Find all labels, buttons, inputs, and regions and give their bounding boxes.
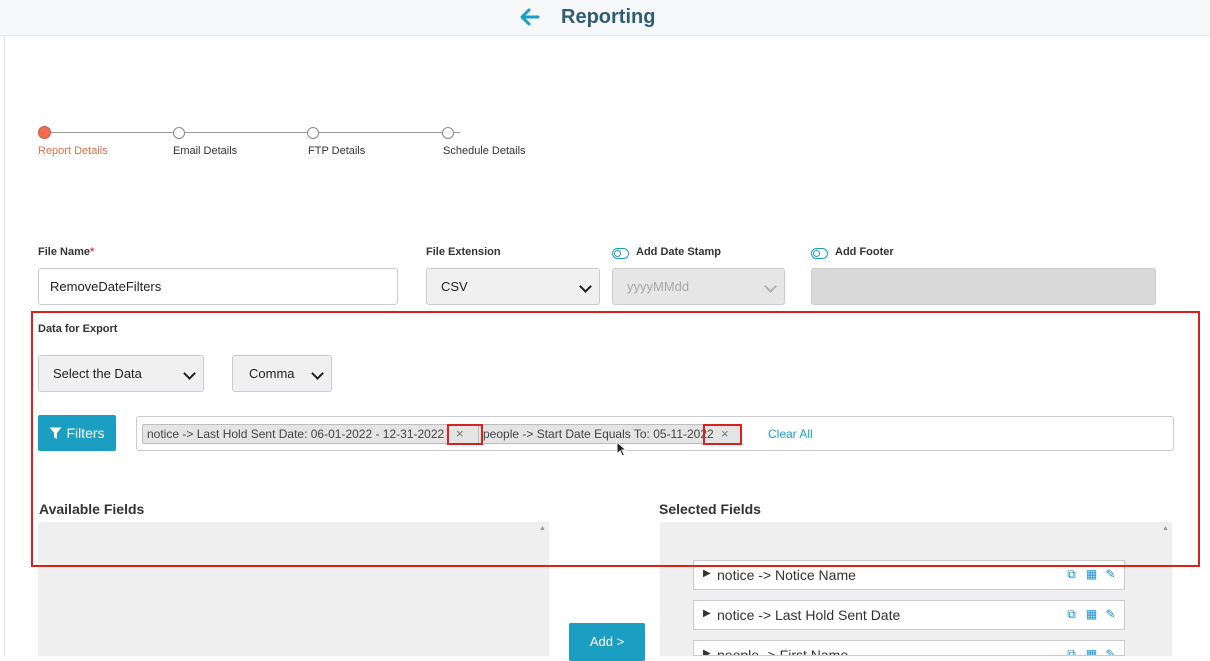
date-stamp-label: Add Date Stamp <box>636 246 721 258</box>
file-name-label: File Name* <box>38 246 95 258</box>
copy-icon[interactable]: ⧉ <box>1065 568 1078 581</box>
selected-field-item[interactable]: ▶ notice -> Last Hold Sent Date ⧉ ▦ ✎ <box>693 600 1125 630</box>
trash-icon[interactable]: ▦ <box>1085 648 1098 656</box>
pencil-icon[interactable]: ✎ <box>1104 568 1117 581</box>
date-stamp-toggle-icon[interactable] <box>612 248 629 259</box>
copy-icon[interactable]: ⧉ <box>1065 608 1078 621</box>
chevron-down-icon <box>764 280 777 293</box>
step-label-report-details[interactable]: Report Details <box>38 145 108 157</box>
annotation-box-export-section <box>31 311 1200 567</box>
file-extension-label: File Extension <box>426 246 501 258</box>
trash-icon[interactable]: ▦ <box>1085 608 1098 621</box>
annotation-box-remove-chip-2 <box>703 424 742 445</box>
step-dot-report-details[interactable] <box>38 126 51 139</box>
file-extension-value: CSV <box>441 279 468 294</box>
step-label-schedule-details[interactable]: Schedule Details <box>443 145 526 157</box>
pencil-icon[interactable]: ✎ <box>1104 608 1117 621</box>
file-extension-select[interactable]: CSV <box>426 268 600 305</box>
field-label: notice -> Last Hold Sent Date <box>717 607 901 623</box>
field-label: people -> First Name <box>717 647 849 656</box>
footer-label: Add Footer <box>835 246 894 258</box>
page-title: Reporting <box>561 6 656 28</box>
annotation-box-remove-chip-1 <box>447 424 483 445</box>
required-mark: * <box>89 246 95 258</box>
add-field-button[interactable]: Add > <box>569 623 645 661</box>
footer-toggle-icon[interactable] <box>811 248 828 259</box>
stepper-track <box>44 132 460 133</box>
step-label-ftp-details[interactable]: FTP Details <box>308 145 365 157</box>
selected-field-item[interactable]: ▶ people -> First Name ⧉ ▦ ✎ <box>693 640 1125 656</box>
caret-right-icon[interactable]: ▶ <box>703 608 711 619</box>
step-dot-email-details[interactable] <box>173 127 185 139</box>
file-name-input[interactable]: RemoveDateFilters <box>38 268 398 305</box>
date-stamp-value: yyyyMMdd <box>627 279 690 294</box>
field-label: notice -> Notice Name <box>717 567 856 583</box>
footer-input <box>811 268 1156 305</box>
date-stamp-select: yyyyMMdd <box>612 268 785 305</box>
step-dot-ftp-details[interactable] <box>307 127 319 139</box>
copy-icon[interactable]: ⧉ <box>1065 648 1078 656</box>
back-arrow-icon[interactable] <box>517 4 543 30</box>
step-label-email-details[interactable]: Email Details <box>173 145 237 157</box>
pencil-icon[interactable]: ✎ <box>1104 648 1117 656</box>
chevron-down-icon <box>579 280 592 293</box>
step-dot-schedule-details[interactable] <box>442 127 454 139</box>
caret-right-icon[interactable]: ▶ <box>703 648 711 655</box>
caret-right-icon[interactable]: ▶ <box>703 568 711 579</box>
left-divider <box>4 36 5 656</box>
trash-icon[interactable]: ▦ <box>1085 568 1098 581</box>
